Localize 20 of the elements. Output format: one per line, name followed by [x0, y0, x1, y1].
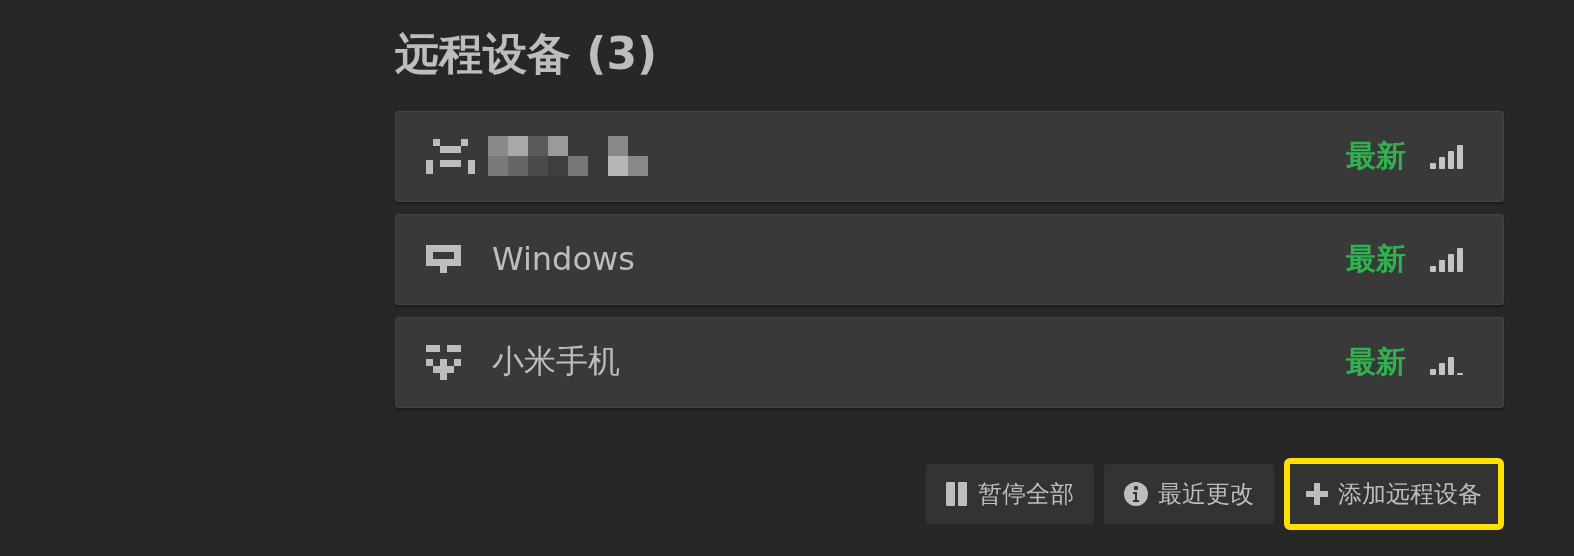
signal-icon — [1430, 246, 1463, 273]
pause-icon — [946, 481, 968, 506]
status-label: 最新 — [1346, 136, 1406, 175]
pause-all-button[interactable]: 暂停全部 — [926, 463, 1094, 524]
section-title: 远程设备 (3) — [395, 28, 658, 81]
info-icon — [1124, 481, 1148, 506]
pixel-avatar-icon — [426, 245, 461, 274]
recent-changes-button[interactable]: 最近更改 — [1104, 463, 1274, 524]
device-card[interactable]: 小米手机 最新 — [395, 316, 1504, 408]
device-name: Windows — [492, 240, 635, 279]
device-name: 小米手机 — [492, 341, 620, 383]
pixel-avatar-icon — [426, 138, 475, 174]
plus-icon — [1306, 482, 1328, 505]
device-card[interactable]: 最新 — [395, 110, 1504, 202]
pixel-avatar-icon — [426, 344, 461, 380]
add-device-button[interactable]: 添加远程设备 — [1284, 457, 1504, 530]
signal-icon — [1430, 143, 1463, 170]
device-card[interactable]: Windows 最新 — [395, 213, 1504, 305]
status-label: 最新 — [1346, 342, 1406, 381]
status-label: 最新 — [1346, 239, 1406, 278]
